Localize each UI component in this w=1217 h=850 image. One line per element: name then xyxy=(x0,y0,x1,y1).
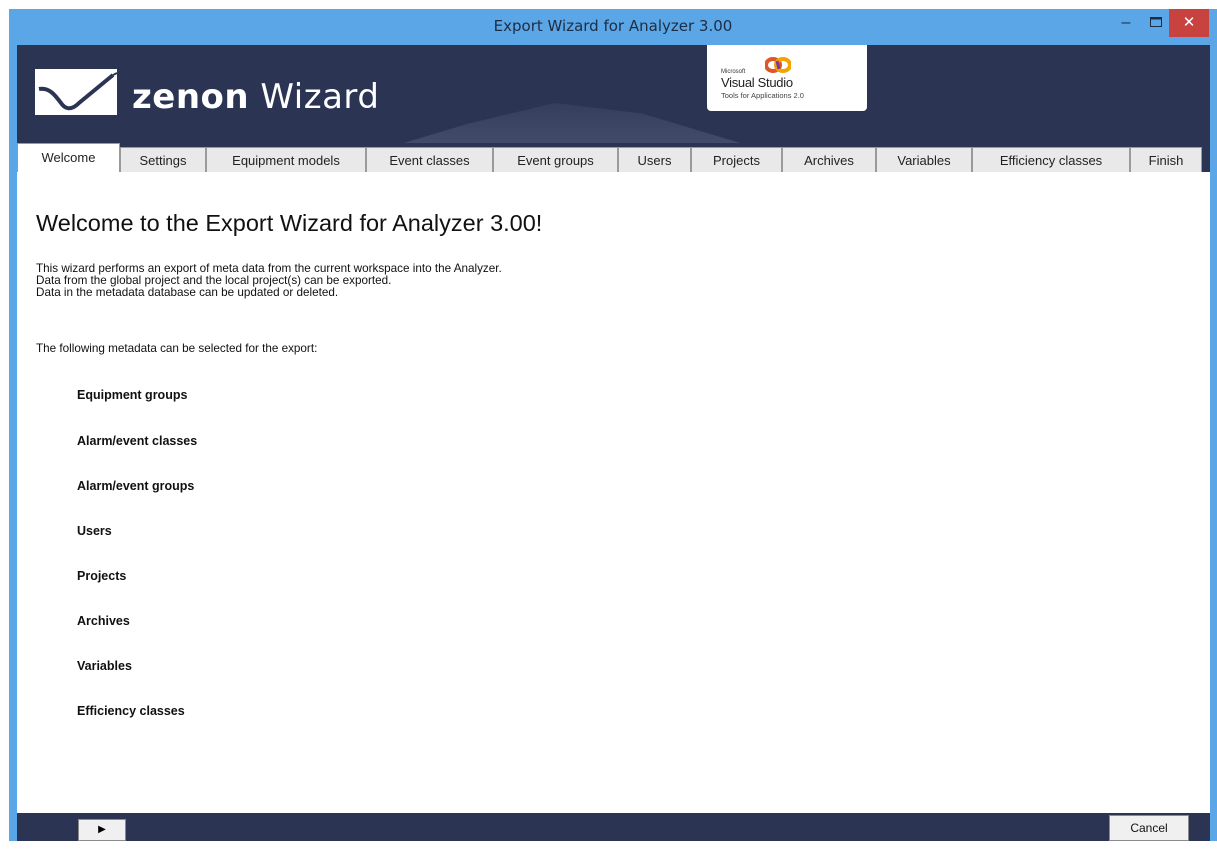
tab-event-groups[interactable]: Event groups xyxy=(493,147,618,172)
play-icon: ▶ xyxy=(98,824,106,835)
metadata-item: Alarm/event classes xyxy=(77,434,198,448)
tab-users[interactable]: Users xyxy=(618,147,691,172)
maximize-button[interactable] xyxy=(1141,9,1171,37)
wizard-window: Export Wizard for Analyzer 3.00 – ✕ zeno… xyxy=(9,9,1217,841)
next-button[interactable]: ▶ xyxy=(78,819,126,841)
tab-welcome[interactable]: Welcome xyxy=(17,143,120,172)
banner-background-graphic xyxy=(397,103,747,143)
brand-title: zenon Wizard xyxy=(132,77,379,117)
metadata-lead-text: The following metadata can be selected f… xyxy=(36,342,318,355)
intro-text: This wizard performs an export of meta d… xyxy=(36,263,502,299)
welcome-panel: Welcome to the Export Wizard for Analyze… xyxy=(17,172,1210,813)
metadata-item: Projects xyxy=(77,569,127,583)
metadata-item: Efficiency classes xyxy=(77,704,185,718)
metadata-item: Alarm/event groups xyxy=(77,479,195,493)
cancel-button[interactable]: Cancel xyxy=(1109,815,1189,841)
window-title: Export Wizard for Analyzer 3.00 xyxy=(493,17,733,35)
tab-projects[interactable]: Projects xyxy=(691,147,782,172)
metadata-item: Equipment groups xyxy=(77,388,188,402)
tab-archives[interactable]: Archives xyxy=(782,147,876,172)
tab-event-classes[interactable]: Event classes xyxy=(366,147,493,172)
minimize-button[interactable]: – xyxy=(1111,9,1141,37)
visual-studio-badge: Microsoft Visual Studio Tools for Applic… xyxy=(707,45,867,111)
metadata-item: Users xyxy=(77,524,112,538)
visual-studio-logo-icon xyxy=(765,57,791,73)
title-bar[interactable]: Export Wizard for Analyzer 3.00 – ✕ xyxy=(9,9,1217,45)
vs-title: Visual Studio xyxy=(721,75,793,90)
metadata-item: Variables xyxy=(77,659,132,673)
metadata-item: Archives xyxy=(77,614,130,628)
tab-strip: Welcome Settings Equipment models Event … xyxy=(17,143,1210,172)
tab-variables[interactable]: Variables xyxy=(876,147,972,172)
zenon-logo-icon xyxy=(35,69,117,115)
tab-efficiency-classes[interactable]: Efficiency classes xyxy=(972,147,1130,172)
tab-settings[interactable]: Settings xyxy=(120,147,206,172)
tab-finish[interactable]: Finish xyxy=(1130,147,1202,172)
maximize-icon xyxy=(1150,17,1162,27)
brand-name: zenon xyxy=(132,77,250,117)
close-button[interactable]: ✕ xyxy=(1169,9,1209,37)
footer-bar: ▶ Cancel xyxy=(17,813,1210,841)
vs-subtitle: Tools for Applications 2.0 xyxy=(721,91,804,100)
intro-line: Data in the metadata database can be upd… xyxy=(36,286,339,299)
brand-suffix: Wizard xyxy=(249,77,380,117)
page-title: Welcome to the Export Wizard for Analyze… xyxy=(36,210,543,236)
wizard-banner: zenon Wizard Microsoft Visual Studio Too… xyxy=(17,45,1210,143)
tab-equipment-models[interactable]: Equipment models xyxy=(206,147,366,172)
